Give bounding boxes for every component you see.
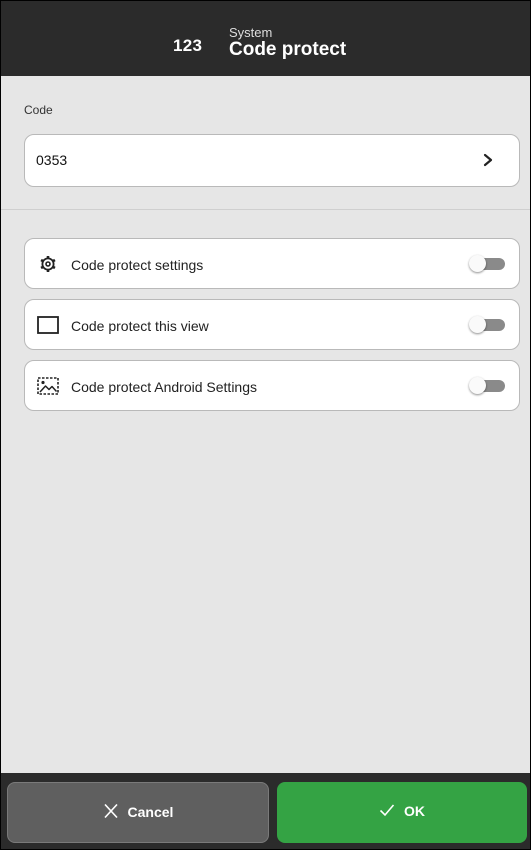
settings-label: Code protect settings [71,257,204,273]
code-protect-android-toggle[interactable] [469,377,505,394]
cancel-label: Cancel [127,804,174,820]
code-field-label: Code [24,103,53,117]
code-protect-settings-row[interactable]: Code protect settings [24,238,520,289]
divider [1,209,530,210]
code-field[interactable]: 0353 [24,134,520,187]
code-value: 0353 [36,152,68,168]
page-title: Code protect [229,39,347,60]
code-protect-settings-toggle[interactable] [469,255,505,272]
view-number: 123 [173,36,203,55]
app-window: 123 System Code protect Code 0353 Code p… [0,0,531,850]
code-protect-android-row[interactable]: Code protect Android Settings [24,360,520,411]
rectangle-icon [37,316,59,334]
gear-icon [40,256,56,272]
title-bar: 123 System Code protect [1,1,530,76]
ok-label: OK [404,803,425,819]
settings-label: Code protect Android Settings [71,379,258,395]
cancel-button[interactable]: Cancel [7,782,269,843]
code-protect-view-toggle[interactable] [469,316,505,333]
code-protect-view-row[interactable]: Code protect this view [24,299,520,350]
close-icon [103,804,118,818]
settings-label: Code protect this view [71,318,209,334]
checkmark-icon [379,804,395,817]
ok-button[interactable]: OK [277,782,527,843]
footer-bar: Cancel OK [1,773,530,849]
picture-icon [37,377,59,395]
chevron-right-icon [483,153,493,167]
section-label: System [229,25,273,40]
